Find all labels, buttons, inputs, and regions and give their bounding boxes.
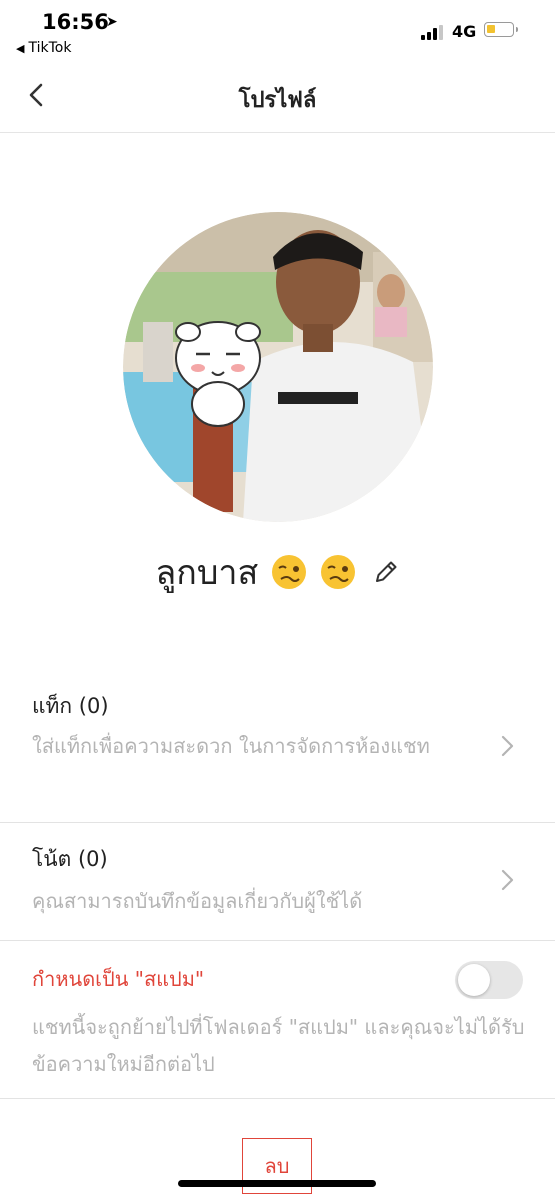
spam-description: แชทนี้จะถูกย้ายไปที่โฟลเดอร์ "สแปม" และค… (32, 1015, 525, 1076)
avatar[interactable] (123, 212, 433, 522)
spam-row: กำหนดเป็น "สแปม" แชทนี้จะถูกย้ายไปที่โฟล… (0, 941, 555, 1099)
tag-title: แท็ก (0) (32, 694, 109, 718)
spam-toggle[interactable] (455, 961, 523, 999)
back-app-label: TikTok (28, 40, 72, 56)
note-title: โน้ต (0) (32, 847, 108, 871)
nav-bar: โปรไฟล์ (0, 60, 555, 133)
note-row[interactable]: โน้ต (0) คุณสามารถบันทึกข้อมูลเกี่ยวกับผ… (0, 823, 555, 941)
page-title: โปรไฟล์ (238, 88, 317, 113)
edit-pencil-icon[interactable] (372, 558, 400, 586)
status-time: 16:56 (42, 10, 109, 34)
chevron-right-icon (501, 869, 514, 891)
location-icon: ➤ (106, 14, 118, 30)
status-bar: 16:56 ➤ ◀ TikTok 4G (0, 0, 555, 60)
profile-name-row: ลูกบาส (0, 545, 555, 601)
back-to-app-link[interactable]: ◀ TikTok (16, 40, 71, 56)
profile-name: ลูกบาส (155, 553, 259, 593)
network-type: 4G (452, 22, 477, 41)
battery-icon (484, 22, 518, 37)
woozy-face-emoji (272, 555, 307, 589)
toggle-knob (458, 964, 490, 996)
home-indicator (178, 1180, 376, 1187)
tag-description: ใส่แท็กเพื่อความสะดวก ในการจัดการห้องแชท (32, 734, 430, 758)
chevron-right-icon (501, 735, 514, 757)
woozy-face-emoji (321, 555, 356, 589)
tag-row[interactable]: แท็ก (0) ใส่แท็กเพื่อความสะดวก ในการจัดก… (0, 670, 555, 823)
spam-title: กำหนดเป็น "สแปม" (32, 967, 205, 991)
note-description: คุณสามารถบันทึกข้อมูลเกี่ยวกับผู้ใช้ได้ (32, 889, 363, 913)
cellular-signal-icon (421, 24, 445, 40)
back-triangle-icon: ◀ (16, 42, 25, 55)
